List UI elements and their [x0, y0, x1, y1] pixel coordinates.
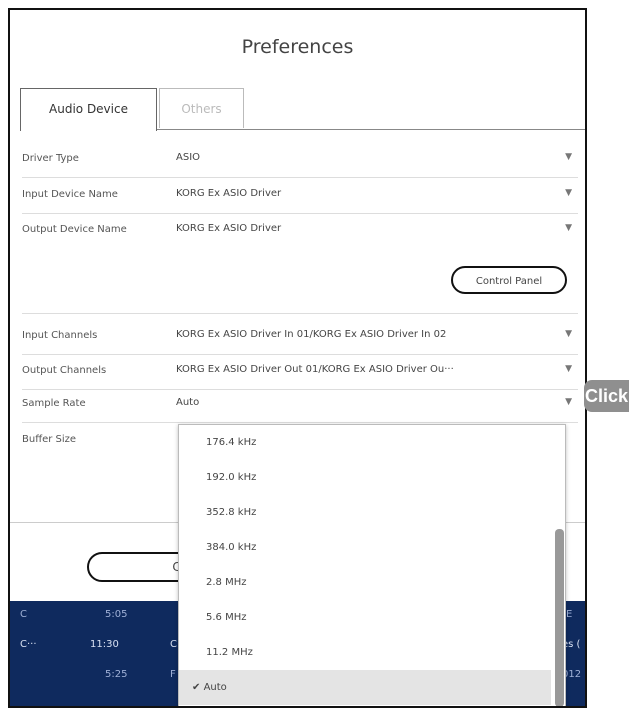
output-device-value: KORG Ex ASIO Driver [176, 223, 282, 234]
sample-rate-value: Auto [176, 397, 200, 408]
chevron-down-icon[interactable]: ▼ [565, 223, 572, 233]
chevron-down-icon[interactable]: ▼ [565, 152, 572, 162]
sample-rate-row[interactable]: Sample Rate Auto ▼ [22, 397, 578, 423]
input-channels-row[interactable]: Input Channels KORG Ex ASIO Driver In 01… [22, 329, 578, 355]
output-device-label: Output Device Name [22, 224, 127, 235]
option-2-8-mhz[interactable]: 2.8 MHz [179, 565, 551, 600]
bg-cell: F [170, 669, 176, 680]
checkmark-icon: ✔ [192, 682, 201, 693]
driver-type-row[interactable]: Driver Type ASIO ▼ [22, 152, 578, 178]
option-auto[interactable]: ✔ Auto [179, 670, 551, 705]
input-device-row[interactable]: Input Device Name KORG Ex ASIO Driver ▼ [22, 188, 578, 214]
option-192-0-khz[interactable]: 192.0 kHz [179, 460, 551, 495]
option-352-8-khz[interactable]: 352.8 kHz [179, 495, 551, 530]
tab-others[interactable]: Others [159, 88, 244, 128]
chevron-down-icon[interactable]: ▼ [565, 364, 572, 374]
chevron-down-icon[interactable]: ▼ [565, 329, 572, 339]
bg-cell: E [566, 609, 573, 620]
driver-type-value: ASIO [176, 152, 201, 163]
sample-rate-label: Sample Rate [22, 398, 86, 409]
output-channels-value: KORG Ex ASIO Driver Out 01/KORG Ex ASIO … [176, 364, 454, 375]
preferences-dialog: Preferences Audio Device Others Driver T… [8, 8, 587, 708]
option-11-2-mhz[interactable]: 11.2 MHz [179, 635, 551, 670]
option-176-4-khz[interactable]: 176.4 kHz [179, 425, 551, 460]
driver-type-label: Driver Type [22, 153, 79, 164]
input-device-label: Input Device Name [22, 189, 118, 200]
input-device-value: KORG Ex ASIO Driver [176, 188, 282, 199]
dropdown-scrollbar[interactable] [555, 529, 564, 706]
input-channels-value: KORG Ex ASIO Driver In 01/KORG Ex ASIO D… [176, 329, 447, 340]
bg-cell: 5:05 [105, 609, 128, 620]
sample-rate-dropdown[interactable]: 176.4 kHz 192.0 kHz 352.8 kHz 384.0 kHz … [178, 424, 566, 706]
tab-audio-device[interactable]: Audio Device [20, 88, 157, 131]
click-annotation: Click [584, 380, 629, 412]
buffer-size-label: Buffer Size [22, 434, 77, 445]
bg-cell: 5:25 [105, 669, 128, 680]
control-panel-button[interactable]: Control Panel [451, 266, 567, 294]
option-auto-label: Auto [203, 682, 227, 693]
bg-cell: C [170, 639, 177, 650]
bg-cell: 11:30 [90, 639, 119, 650]
output-channels-row[interactable]: Output Channels KORG Ex ASIO Driver Out … [22, 364, 578, 390]
option-384-0-khz[interactable]: 384.0 kHz [179, 530, 551, 565]
bg-cell: C [20, 609, 27, 620]
bg-cell: C··· [20, 639, 37, 650]
option-5-6-mhz[interactable]: 5.6 MHz [179, 600, 551, 635]
chevron-down-icon[interactable]: ▼ [565, 188, 572, 198]
dialog-title: Preferences [241, 36, 354, 58]
input-channels-label: Input Channels [22, 330, 98, 341]
chevron-down-icon[interactable]: ▼ [565, 397, 572, 407]
output-channels-label: Output Channels [22, 365, 107, 376]
tab-divider [157, 129, 585, 130]
